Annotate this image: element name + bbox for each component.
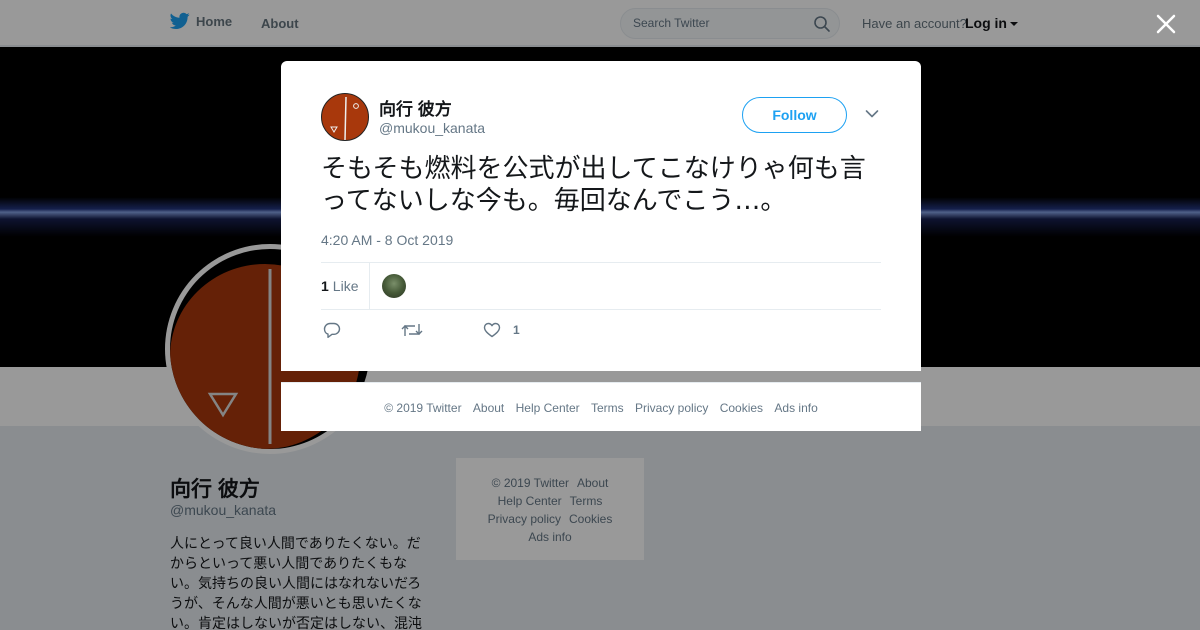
like-count-label: Like	[332, 278, 359, 294]
reply-button[interactable]	[323, 321, 341, 339]
tweet-avatar-drawing	[330, 96, 359, 140]
chevron-down-icon[interactable]	[865, 109, 879, 119]
tweet-author-name[interactable]: 向行 彼方	[379, 95, 452, 120]
like-count-link[interactable]: 1 Like	[321, 278, 358, 294]
like-action-count: 1	[513, 323, 520, 337]
stats-divider	[369, 263, 370, 309]
tweet-text: そもそも燃料を公式が出してこなけりゃ何も言ってないしな今も。毎回なんでこう…。	[321, 154, 866, 216]
like-button[interactable]: 1	[483, 321, 520, 339]
footer-cookies[interactable]: Cookies	[720, 401, 763, 415]
footer-copyright[interactable]: © 2019 Twitter	[384, 401, 461, 415]
close-icon[interactable]	[1155, 13, 1177, 35]
retweet-icon	[401, 324, 423, 336]
tweet-author-avatar[interactable]	[321, 93, 369, 141]
tweet-timestamp[interactable]: 4:20 AM - 8 Oct 2019	[321, 232, 453, 248]
footer-about[interactable]: About	[473, 401, 504, 415]
reply-icon	[323, 322, 341, 338]
heart-icon	[483, 322, 501, 338]
tweet-modal: 向行 彼方 @mukou_kanata Follow そもそも燃料を公式が出して…	[281, 61, 921, 371]
tweet-author-handle[interactable]: @mukou_kanata	[379, 120, 485, 136]
liker-avatar[interactable]	[382, 274, 406, 298]
footer-privacy[interactable]: Privacy policy	[635, 401, 708, 415]
tweet-stats: 1 Like	[321, 262, 881, 310]
tweet-actions: 1	[321, 321, 621, 341]
footer-help-center[interactable]: Help Center	[516, 401, 580, 415]
modal-footer: © 2019 Twitter About Help Center Terms P…	[281, 382, 921, 431]
footer-ads-info[interactable]: Ads info	[774, 401, 817, 415]
footer-terms[interactable]: Terms	[591, 401, 624, 415]
like-count-number: 1	[321, 278, 329, 294]
retweet-button[interactable]	[401, 321, 423, 339]
follow-button[interactable]: Follow	[742, 97, 847, 133]
